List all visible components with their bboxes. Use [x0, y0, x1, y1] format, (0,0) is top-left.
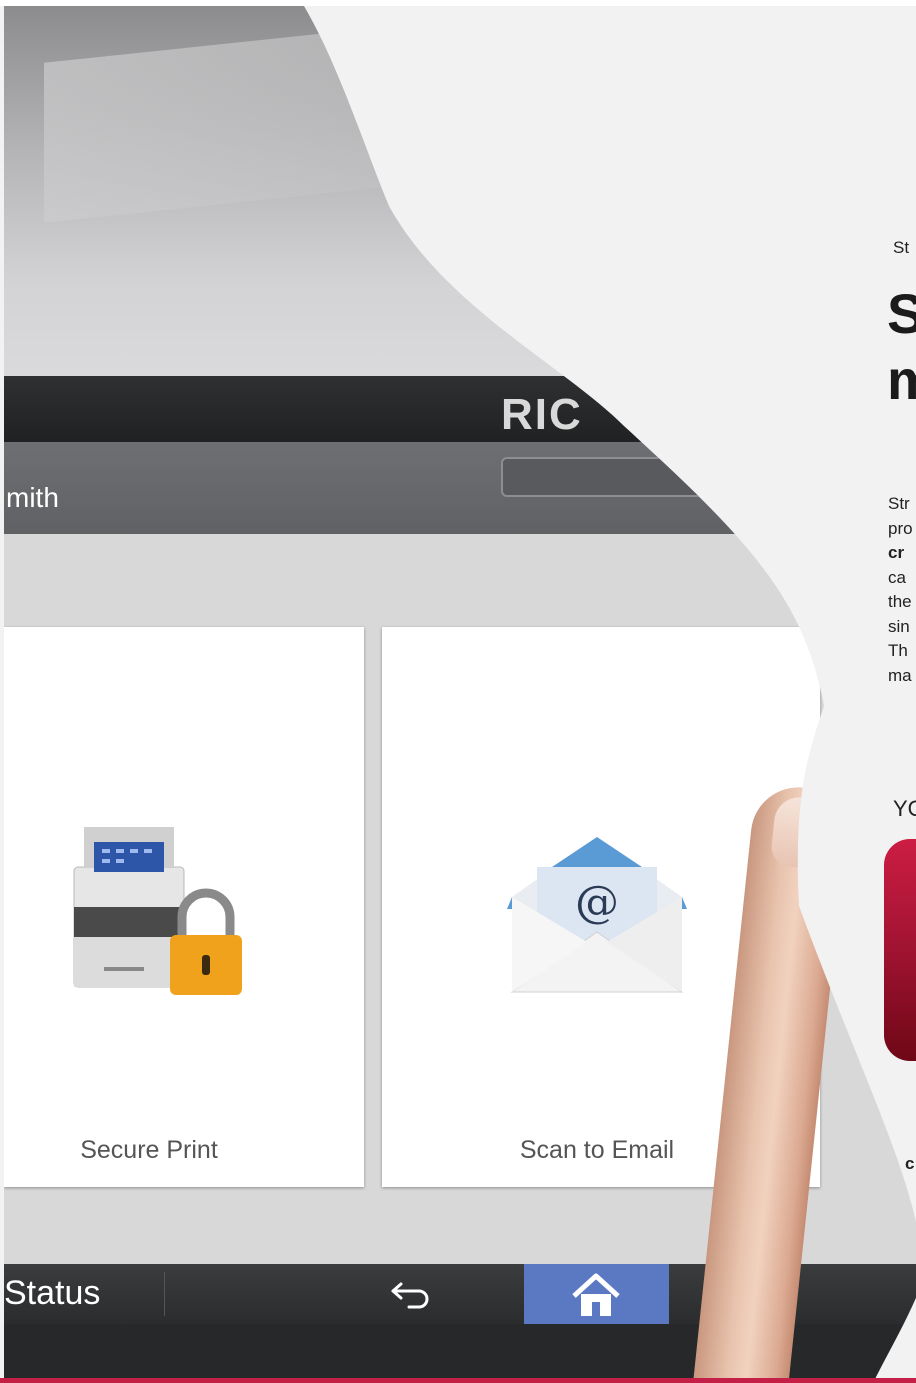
- body-copy: Str pro cr ca the sin Th ma: [888, 492, 913, 688]
- headline: S m: [887, 281, 916, 413]
- home-button[interactable]: [524, 1264, 669, 1324]
- body-line: pro: [888, 518, 913, 538]
- user-name: mith: [6, 482, 59, 513]
- body-line-bold: cr: [888, 543, 905, 562]
- body-line: sin: [888, 616, 910, 636]
- body-line: the: [888, 592, 912, 611]
- printer-lock-icon: [64, 807, 244, 1010]
- home-icon: [524, 1264, 669, 1324]
- red-cta-card[interactable]: [884, 839, 916, 1061]
- secure-print-label: Secure Print: [80, 1136, 218, 1164]
- email-envelope-icon: @: [507, 837, 687, 1000]
- svg-text:@: @: [575, 877, 619, 928]
- brand-logo-text: RIC: [501, 390, 583, 439]
- accent-rule: [0, 1378, 916, 1383]
- you-label: YO: [893, 796, 916, 821]
- eyebrow-text: St: [893, 238, 910, 257]
- headline-line-1: S: [887, 282, 916, 345]
- headline-line-2: m: [887, 348, 916, 411]
- status-button[interactable]: Status: [4, 1274, 100, 1313]
- back-arrow-icon[interactable]: [387, 1274, 437, 1314]
- body-line: ca: [888, 567, 906, 587]
- body-line: ma: [888, 665, 912, 685]
- body-line: Str: [888, 494, 910, 513]
- bottom-text: c: [905, 1154, 915, 1173]
- secure-print-tile[interactable]: Secure Print: [4, 627, 364, 1187]
- body-line: Th: [888, 641, 908, 660]
